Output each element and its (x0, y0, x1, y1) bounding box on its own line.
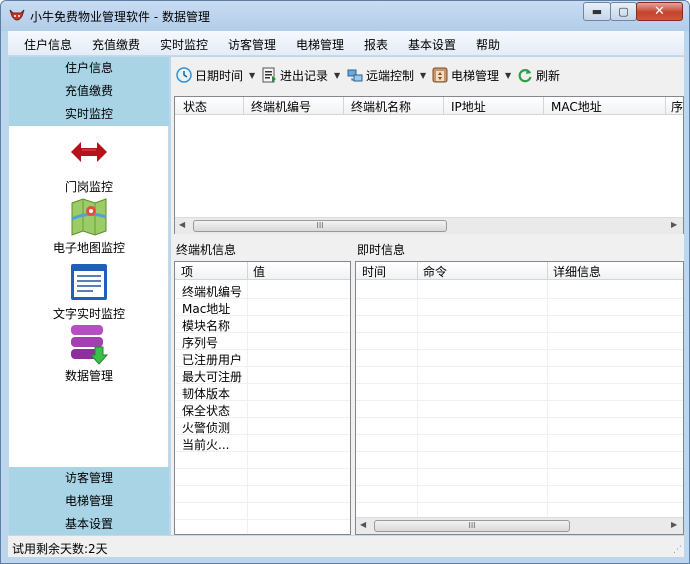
minimize-button[interactable]: ▬ (583, 2, 611, 21)
record-icon (262, 67, 276, 83)
sidebar-item-label: 文字实时监控 (52, 307, 125, 321)
toolbar-datetime-button[interactable]: 日期时间 ▼ (176, 66, 255, 84)
menu-recharge[interactable]: 充值缴费 (92, 36, 140, 53)
menu-visitors[interactable]: 访客管理 (228, 36, 276, 53)
scroll-grip: III (468, 521, 476, 530)
title-bar[interactable]: 小牛免费物业管理软件 - 数据管理 ▬ ▢ ✕ (1, 1, 689, 31)
terminal-info-table[interactable]: 项 值 终端机编号 Mac地址 模块名称 序列号 已注册用户 最大可注册 韧体版… (174, 261, 351, 535)
sidebar-category-recharge[interactable]: 充值缴费 (9, 80, 169, 103)
clock-icon (176, 67, 192, 83)
window-title: 小牛免费物业管理软件 - 数据管理 (30, 10, 210, 24)
column-header-item[interactable]: 项 (181, 263, 193, 280)
text-window-icon (71, 264, 107, 300)
elevator-icon (432, 67, 448, 83)
chevron-down-icon: ▼ (505, 70, 512, 80)
remote-icon (347, 69, 363, 82)
terminal-table[interactable]: 状态 终端机编号 终端机名称 IP地址 MAC地址 序 ◀ III ▶ (174, 96, 684, 234)
main-content: 日期时间 ▼ 进出记录 ▼ 远端控制 ▼ 电梯管理 ▼ 刷新 状态 终端机编号 … (171, 57, 684, 535)
resize-grip-icon[interactable]: ⋰ (673, 545, 682, 555)
toolbar-records-label: 进出记录 (280, 68, 329, 83)
menu-elevator[interactable]: 电梯管理 (296, 36, 344, 53)
scroll-left-icon[interactable]: ◀ (179, 220, 185, 229)
app-window: 小牛免费物业管理软件 - 数据管理 ▬ ▢ ✕ 住户信息 充值缴费 实时监控 访… (0, 0, 690, 564)
column-header-ip[interactable]: IP地址 (451, 98, 486, 115)
close-button[interactable]: ✕ (636, 2, 683, 21)
sidebar-category-residents[interactable]: 住户信息 (9, 57, 169, 80)
horizontal-scrollbar[interactable]: ◀ III ▶ (175, 217, 683, 234)
column-header-serial[interactable]: 序 (671, 98, 683, 115)
instant-info-title: 即时信息 (357, 243, 406, 257)
horizontal-scrollbar[interactable]: ◀ III ▶ (356, 517, 683, 534)
column-header-value[interactable]: 值 (253, 263, 265, 280)
sidebar-item-label: 门岗监控 (64, 180, 113, 194)
close-icon: ✕ (654, 4, 665, 19)
scroll-right-icon[interactable]: ▶ (671, 220, 677, 229)
toolbar-datetime-label: 日期时间 (195, 68, 244, 83)
sidebar-category-visitors[interactable]: 访客管理 (9, 467, 169, 490)
column-header-details[interactable]: 详细信息 (553, 263, 601, 280)
menu-reports[interactable]: 报表 (364, 36, 388, 53)
database-icon (71, 325, 109, 365)
column-header-command[interactable]: 命令 (423, 263, 447, 280)
table-header: 时间 命令 详细信息 (356, 262, 683, 280)
sidebar-item-map-monitor[interactable]: 电子地图监控 (9, 197, 169, 256)
chevron-down-icon: ▼ (420, 70, 427, 80)
column-header-status[interactable]: 状态 (183, 98, 207, 115)
chevron-down-icon: ▼ (334, 70, 341, 80)
maximize-button[interactable]: ▢ (610, 2, 637, 21)
sidebar-category-settings[interactable]: 基本设置 (9, 513, 169, 536)
sidebar-item-label: 电子地图监控 (52, 241, 125, 255)
menu-realtime-monitor[interactable]: 实时监控 (160, 36, 208, 53)
toolbar-remote-button[interactable]: 远端控制 ▼ (347, 66, 426, 84)
toolbar-refresh-label: 刷新 (536, 68, 561, 83)
menu-settings[interactable]: 基本设置 (408, 36, 456, 53)
menu-residents[interactable]: 住户信息 (24, 36, 72, 53)
trial-days-text: 试用剩余天数:2天 (12, 542, 108, 556)
table-header: 状态 终端机编号 终端机名称 IP地址 MAC地址 序 (175, 97, 683, 115)
toolbar: 日期时间 ▼ 进出记录 ▼ 远端控制 ▼ 电梯管理 ▼ 刷新 (171, 57, 684, 93)
map-icon (71, 198, 107, 236)
scroll-grip: III (316, 221, 324, 230)
double-arrow-icon (71, 142, 107, 162)
toolbar-refresh-button[interactable]: 刷新 (517, 66, 560, 84)
scroll-left-icon[interactable]: ◀ (360, 520, 366, 529)
bull-logo-icon (9, 9, 25, 21)
toolbar-remote-label: 远端控制 (366, 68, 415, 83)
table-header: 项 值 (175, 262, 350, 280)
column-header-terminal-id[interactable]: 终端机编号 (251, 98, 311, 115)
menu-bar: 住户信息 充值缴费 实时监控 访客管理 电梯管理 报表 基本设置 帮助 (8, 31, 684, 56)
toolbar-elevator-label: 电梯管理 (451, 68, 500, 83)
chevron-down-icon: ▼ (249, 70, 256, 80)
sidebar-category-elevator[interactable]: 电梯管理 (9, 490, 169, 513)
maximize-icon: ▢ (618, 5, 629, 18)
instant-info-table[interactable]: 时间 命令 详细信息 ◀ III ▶ (355, 261, 684, 535)
column-header-mac[interactable]: MAC地址 (551, 98, 602, 115)
toolbar-elevator-button[interactable]: 电梯管理 ▼ (432, 66, 511, 84)
minimize-icon: ▬ (591, 5, 603, 18)
refresh-icon (518, 69, 532, 83)
menu-help[interactable]: 帮助 (476, 36, 500, 53)
sidebar-category-realtime[interactable]: 实时监控 (9, 103, 169, 126)
scroll-right-icon[interactable]: ▶ (671, 520, 677, 529)
sidebar: 住户信息 充值缴费 实时监控 门岗监控 电子地图监控 文字实时监控 数据管理 访… (9, 57, 169, 536)
sidebar-item-data-management[interactable]: 数据管理 (9, 323, 169, 384)
sidebar-item-label: 数据管理 (64, 369, 113, 383)
scroll-thumb[interactable]: III (193, 220, 447, 232)
sidebar-item-text-monitor[interactable]: 文字实时监控 (9, 262, 169, 322)
toolbar-records-button[interactable]: 进出记录 ▼ (261, 66, 340, 84)
scroll-thumb[interactable]: III (374, 520, 570, 532)
sidebar-item-gate-monitor[interactable]: 门岗监控 (9, 135, 169, 195)
column-header-terminal-name[interactable]: 终端机名称 (351, 98, 411, 115)
column-header-time[interactable]: 时间 (362, 263, 386, 280)
terminal-info-title: 终端机信息 (176, 243, 237, 257)
status-bar: 试用剩余天数:2天 ⋰ (8, 535, 684, 557)
